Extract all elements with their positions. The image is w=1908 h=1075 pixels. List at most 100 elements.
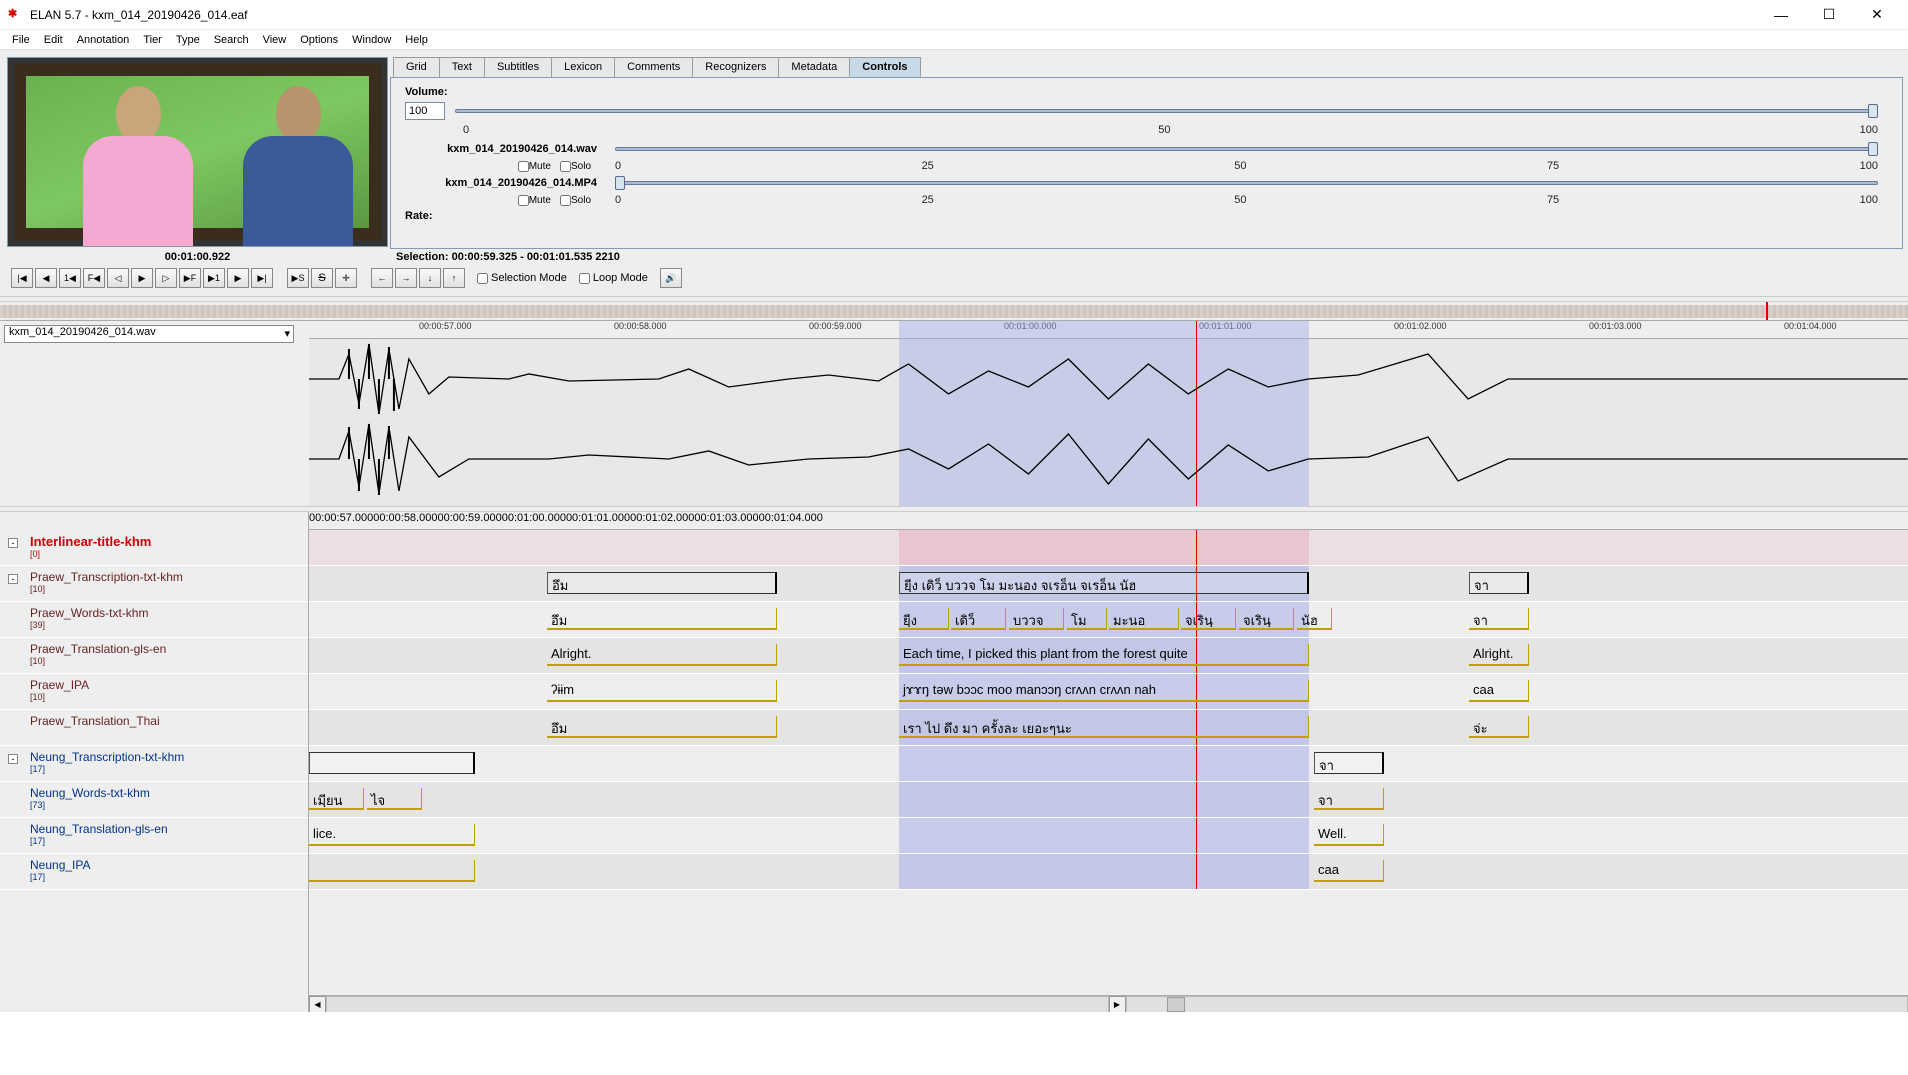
annotation[interactable]: เมฺียน <box>309 788 364 810</box>
annotation[interactable]: จ่ะ <box>1469 716 1529 738</box>
tier-label-8[interactable]: Neung_Translation-gls-en[17] <box>0 818 308 854</box>
step-fwd-button[interactable]: ▷ <box>155 268 177 288</box>
goto-start-button[interactable]: |◀ <box>11 268 33 288</box>
annotation[interactable]: ยฺีง เดิว็ บววจ โม มะนอง จเรอ็น จเรอ็น น… <box>899 572 1309 594</box>
annotation[interactable]: caa <box>1314 860 1384 882</box>
tab-subtitles[interactable]: Subtitles <box>484 57 552 77</box>
menu-tier[interactable]: Tier <box>137 32 168 48</box>
speaker-button[interactable]: 🔊 <box>660 268 682 288</box>
tier-label-7[interactable]: Neung_Words-txt-khm[73] <box>0 782 308 818</box>
tier-label-9[interactable]: Neung_IPA[17] <box>0 854 308 890</box>
tier-row-8[interactable]: lice. Well. <box>309 818 1908 854</box>
annotation[interactable]: มะนอ <box>1109 608 1179 630</box>
annotation[interactable]: จเรินฺ <box>1181 608 1236 630</box>
menu-edit[interactable]: Edit <box>38 32 69 48</box>
overview-ruler[interactable] <box>0 302 1908 321</box>
tree-toggle-icon[interactable]: - <box>8 754 18 764</box>
play-selection-button[interactable]: ▶S <box>287 268 309 288</box>
tier-row-9[interactable]: caa <box>309 854 1908 890</box>
tier-label-6[interactable]: -Neung_Transcription-txt-khm[17] <box>0 746 308 782</box>
menu-annotation[interactable]: Annotation <box>71 32 136 48</box>
tree-toggle-icon[interactable]: - <box>8 574 18 584</box>
tier-row-6[interactable]: จา <box>309 746 1908 782</box>
annotation[interactable]: jɤɤŋ təw bɔɔc moo manɔɔŋ crʌʌn crʌʌn nah <box>899 680 1309 702</box>
tier-label-3[interactable]: Praew_Translation-gls-en[10] <box>0 638 308 674</box>
annotation[interactable]: อึม <box>547 608 777 630</box>
annotation[interactable]: โม <box>1067 608 1107 630</box>
menu-options[interactable]: Options <box>294 32 344 48</box>
annotation[interactable]: เดิว็ <box>951 608 1006 630</box>
arrow-left-button[interactable]: ← <box>371 268 393 288</box>
track1-mute[interactable] <box>518 161 529 172</box>
tiers-hscroll[interactable]: ◀ ▶ <box>309 995 1908 1012</box>
track2-solo[interactable] <box>560 195 571 206</box>
annotation[interactable]: อึม <box>547 716 777 738</box>
annotation[interactable]: Well. <box>1314 824 1384 846</box>
annotation[interactable]: caa <box>1469 680 1529 702</box>
annotation[interactable]: ʔɨɨm <box>547 680 777 702</box>
annotation[interactable]: จา <box>1314 788 1384 810</box>
loop-mode-check[interactable] <box>579 273 590 284</box>
waveform-canvas[interactable]: 00:00:57.00000:00:58.00000:00:59.00000:0… <box>309 321 1908 506</box>
annotation[interactable]: จา <box>1469 572 1529 594</box>
video-frame[interactable] <box>7 57 388 247</box>
tiers-canvas[interactable]: 00:00:57.00000:00:58.00000:00:59.00000:0… <box>309 512 1908 1012</box>
menu-help[interactable]: Help <box>399 32 434 48</box>
minimize-button[interactable]: — <box>1758 1 1804 29</box>
wave-file-select[interactable]: kxm_014_20190426_014.wav <box>4 325 294 343</box>
arrow-right-button[interactable]: → <box>395 268 417 288</box>
tier-row-5[interactable]: อึม เรา ไป ดึง มา ครั้งละ เยอะๆนะ จ่ะ <box>309 710 1908 746</box>
tab-controls[interactable]: Controls <box>849 57 920 77</box>
annotation[interactable]: ยฺีง <box>899 608 949 630</box>
annotation[interactable]: lice. <box>309 824 475 846</box>
step-back-button[interactable]: ◁ <box>107 268 129 288</box>
tree-toggle-icon[interactable]: - <box>8 538 18 548</box>
arrow-down-button[interactable]: ↓ <box>419 268 441 288</box>
track2-slider[interactable] <box>615 176 1878 190</box>
tab-text[interactable]: Text <box>439 57 485 77</box>
menu-window[interactable]: Window <box>346 32 397 48</box>
annotation[interactable]: จา <box>1314 752 1384 774</box>
menu-view[interactable]: View <box>257 32 293 48</box>
menu-search[interactable]: Search <box>208 32 255 48</box>
volume-slider[interactable] <box>455 104 1878 118</box>
crosshair-button[interactable]: ✛ <box>335 268 357 288</box>
tab-metadata[interactable]: Metadata <box>778 57 850 77</box>
scroll-right-button[interactable]: ▶ <box>1109 996 1126 1013</box>
tier-label-5[interactable]: Praew_Translation_Thai <box>0 710 308 746</box>
goto-end-button[interactable]: ▶| <box>251 268 273 288</box>
annotation[interactable]: เรา ไป ดึง มา ครั้งละ เยอะๆนะ <box>899 716 1309 738</box>
annotation[interactable]: Alright. <box>1469 644 1529 666</box>
next-scroll-button[interactable]: ▶F <box>179 268 201 288</box>
track1-slider[interactable] <box>615 142 1878 156</box>
tier-row-2[interactable]: อึมยฺีงเดิว็บววจโมมะนอจเรินฺจเรินฺนัฮจา <box>309 602 1908 638</box>
close-button[interactable]: ✕ <box>1854 1 1900 29</box>
track1-solo[interactable] <box>560 161 571 172</box>
zoom-slider[interactable] <box>1126 996 1908 1013</box>
prev-scroll-button[interactable]: F◀ <box>83 268 105 288</box>
tier-label-1[interactable]: -Praew_Transcription-txt-khm[10] <box>0 566 308 602</box>
prev-frame-button[interactable]: ◀ <box>35 268 57 288</box>
tab-grid[interactable]: Grid <box>393 57 440 77</box>
annotation[interactable]: Alright. <box>547 644 777 666</box>
next-frame-button[interactable]: ▶ <box>227 268 249 288</box>
tier-row-3[interactable]: Alright.Each time, I picked this plant f… <box>309 638 1908 674</box>
annotation[interactable]: อึม <box>547 572 777 594</box>
play-button[interactable]: ▶ <box>131 268 153 288</box>
annotation[interactable]: ไจ <box>367 788 422 810</box>
tier-row-4[interactable]: ʔɨɨm jɤɤŋ təw bɔɔc moo manɔɔŋ crʌʌn crʌʌn… <box>309 674 1908 710</box>
prev-sec-button[interactable]: 1◀ <box>59 268 81 288</box>
scroll-left-button[interactable]: ◀ <box>309 996 326 1013</box>
tier-row-7[interactable]: เมฺียนไจ จา <box>309 782 1908 818</box>
annotation[interactable]: นัฮ <box>1297 608 1332 630</box>
tier-row-1[interactable]: อึม ยฺีง เดิว็ บววจ โม มะนอง จเรอ็น จเรอ็… <box>309 566 1908 602</box>
tier-row-0[interactable] <box>309 530 1908 566</box>
tier-label-0[interactable]: -Interlinear-title-khm[0] <box>0 530 308 566</box>
annotation[interactable]: จเรินฺ <box>1239 608 1294 630</box>
annotation[interactable] <box>309 752 475 774</box>
next-sec-button[interactable]: ▶1 <box>203 268 225 288</box>
tab-recognizers[interactable]: Recognizers <box>692 57 779 77</box>
menu-file[interactable]: File <box>6 32 36 48</box>
annotation[interactable] <box>309 860 475 882</box>
selection-mode-check[interactable] <box>477 273 488 284</box>
